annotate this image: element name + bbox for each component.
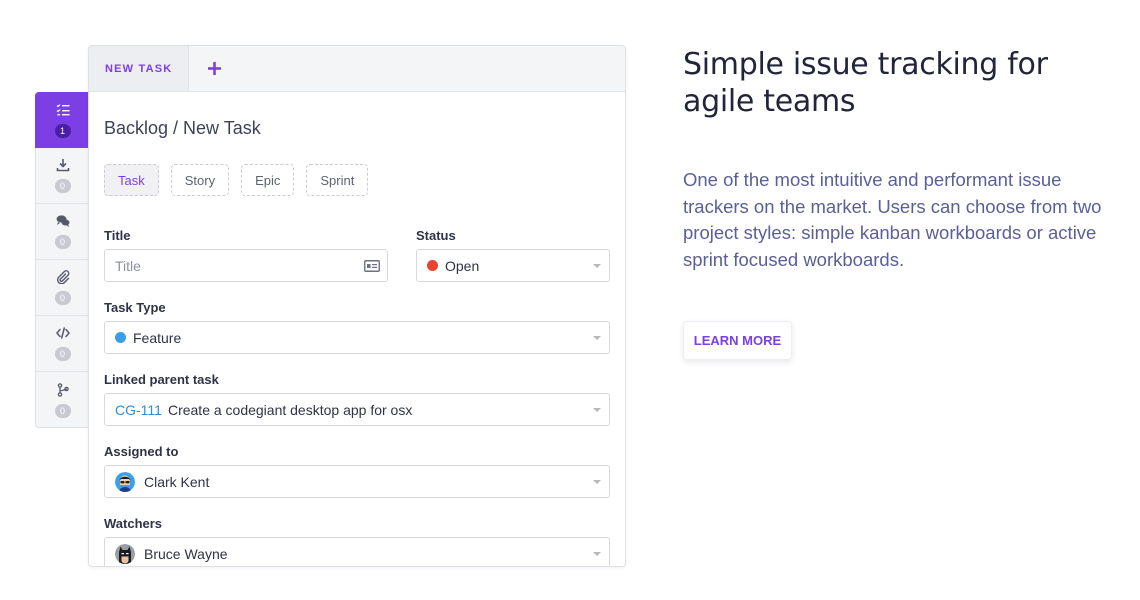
rail-badge: 0	[54, 403, 71, 418]
task-type-value: Feature	[133, 329, 182, 346]
avatar	[115, 471, 135, 492]
rail-item-branches[interactable]: 0	[36, 372, 89, 428]
assigned-to-label: Assigned to	[104, 444, 179, 459]
checklist-icon	[56, 103, 69, 115]
status-dot	[427, 260, 438, 271]
code-icon	[55, 327, 70, 339]
rail-item-comments[interactable]: 0	[36, 204, 89, 260]
parent-task-title: Create a codegiant desktop app for osx	[167, 401, 413, 418]
rail-badge: 0	[54, 291, 71, 305]
rail-badge: 0	[54, 179, 71, 193]
comments-icon	[56, 215, 69, 227]
title-field[interactable]	[104, 249, 388, 282]
type-chip-sprint[interactable]: Sprint	[306, 164, 369, 196]
download-icon	[56, 159, 69, 172]
type-chip-task[interactable]: Task	[104, 164, 159, 196]
add-tab-button[interactable]	[189, 46, 239, 91]
rail-badge: 0	[54, 235, 71, 249]
hero-headline: Simple issue tracking for agile teams	[683, 47, 1048, 119]
hero-description: One of the most intuitive and performant…	[683, 169, 1102, 270]
id-card-icon	[364, 260, 380, 272]
rail-item-code[interactable]: 0	[36, 316, 89, 372]
avatar	[115, 543, 135, 564]
chevron-down-icon	[593, 408, 601, 412]
parent-task-key: CG-111	[115, 401, 162, 418]
chevron-down-icon	[593, 480, 601, 484]
watchers-select[interactable]: Bruce Wayne	[104, 537, 610, 566]
task-type-select[interactable]: Feature	[104, 321, 610, 354]
watchers-label: Watchers	[104, 516, 163, 531]
task-type-dot	[115, 332, 126, 343]
rail-item-tasks[interactable]: 1	[35, 92, 90, 148]
type-chip-epic[interactable]: Epic	[241, 164, 295, 196]
title-label: Title	[104, 228, 131, 243]
title-input[interactable]	[115, 257, 377, 274]
watcher-name: Bruce Wayne	[144, 545, 228, 562]
tab-new-task[interactable]: NEW TASK	[89, 46, 190, 91]
assignee-name: Clark Kent	[144, 473, 210, 490]
chevron-down-icon	[593, 336, 601, 340]
issue-type-selector: Task Story Epic Sprint	[104, 164, 369, 196]
chevron-down-icon	[593, 264, 601, 268]
plus-icon	[207, 62, 221, 75]
tab-bar: NEW TASK	[89, 46, 625, 92]
new-task-panel: NEW TASK Backlog / New Task Task Story E…	[88, 45, 626, 567]
branch-icon	[57, 382, 69, 397]
breadcrumb: Backlog / New Task	[104, 118, 261, 138]
rail-item-downloads[interactable]: 0	[36, 148, 89, 204]
sidebar-rail: 1 0 0 0 0 0	[35, 92, 90, 428]
status-label: Status	[416, 228, 456, 243]
rail-badge: 1	[54, 123, 71, 138]
status-select[interactable]: Open	[416, 249, 610, 282]
paperclip-icon	[56, 270, 69, 284]
chevron-down-icon	[593, 552, 601, 556]
status-value: Open	[445, 257, 480, 274]
task-type-label: Task Type	[104, 300, 166, 315]
rail-item-attachments[interactable]: 0	[36, 260, 89, 316]
learn-more-button[interactable]: LEARN MORE	[683, 321, 792, 360]
linked-parent-label: Linked parent task	[104, 372, 219, 387]
rail-badge: 0	[54, 347, 71, 361]
type-chip-story[interactable]: Story	[170, 164, 230, 196]
linked-parent-select[interactable]: CG-111 Create a codegiant desktop app fo…	[104, 393, 610, 426]
assignee-select[interactable]: Clark Kent	[104, 465, 610, 498]
